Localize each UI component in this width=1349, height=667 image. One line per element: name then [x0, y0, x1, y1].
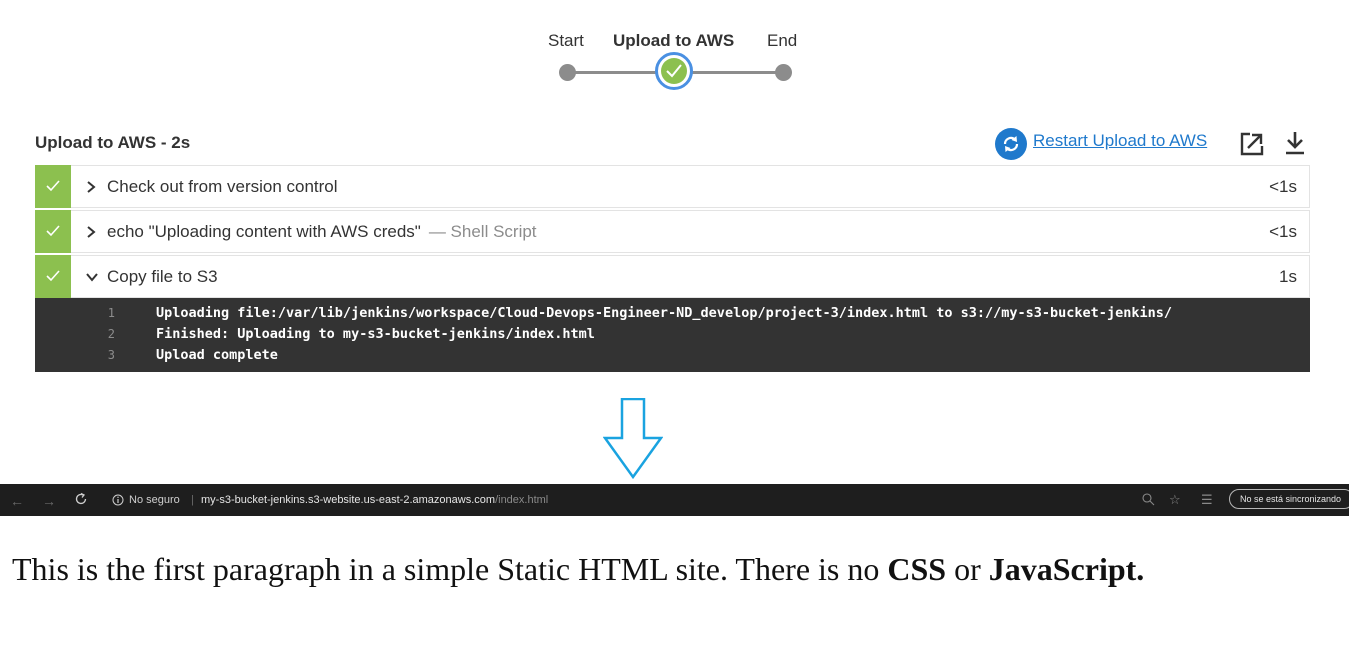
- stage-node-start[interactable]: [559, 64, 576, 81]
- page-paragraph: This is the first paragraph in a simple …: [12, 551, 1145, 587]
- chevron-right-icon[interactable]: [85, 179, 97, 195]
- favorite-star-icon[interactable]: ☆: [1169, 492, 1181, 508]
- stage-label-end[interactable]: End: [767, 31, 797, 51]
- bold-css: CSS: [887, 551, 947, 587]
- step-status-success: [35, 255, 71, 298]
- step-label: echo "Uploading content with AWS creds" —…: [107, 222, 537, 241]
- favorites-list-icon[interactable]: ☰: [1201, 492, 1213, 508]
- security-status[interactable]: No seguro: [129, 494, 180, 506]
- pipeline-graph: Start Upload to AWS End: [0, 0, 1349, 110]
- step-row-shell-script[interactable]: echo "Uploading content with AWS creds" —…: [35, 210, 1310, 253]
- divider: |: [191, 494, 194, 506]
- address-bar[interactable]: No seguro | my-s3-bucket-jenkins.s3-webs…: [100, 489, 1100, 511]
- checkmark-icon: [46, 270, 60, 282]
- stage-title: Upload to AWS - 2s: [35, 133, 191, 152]
- browser-toolbar: ← → No seguro | my-s3-bucket-jenkins.s3-…: [0, 484, 1349, 516]
- line-text: Upload complete: [156, 347, 278, 363]
- info-icon[interactable]: [112, 494, 124, 506]
- pipeline-connector: [568, 71, 656, 74]
- stage-node-end[interactable]: [775, 64, 792, 81]
- bold-javascript: JavaScript.: [988, 551, 1145, 587]
- stage-label-start[interactable]: Start: [548, 31, 584, 51]
- step-duration: <1s: [1269, 177, 1297, 196]
- forward-arrow-icon[interactable]: →: [42, 493, 56, 509]
- line-number: 2: [107, 327, 115, 341]
- checkmark-icon: [46, 180, 60, 192]
- sync-status-button[interactable]: No se está sincronizando: [1229, 489, 1349, 509]
- step-duration: 1s: [1279, 267, 1297, 286]
- restart-icon[interactable]: [995, 128, 1027, 160]
- step-sublabel: — Shell Script: [428, 222, 537, 241]
- checkmark-icon: [666, 64, 682, 78]
- step-duration: <1s: [1269, 222, 1297, 241]
- step-label: Copy file to S3: [107, 267, 218, 286]
- step-status-success: [35, 165, 71, 208]
- arrow-down-icon: [603, 398, 663, 480]
- back-arrow-icon[interactable]: ←: [10, 493, 24, 509]
- checkmark-icon: [46, 225, 60, 237]
- stage-label-upload-to-aws[interactable]: Upload to AWS: [613, 31, 734, 51]
- zoom-icon[interactable]: [1142, 493, 1155, 506]
- line-number: 1: [107, 306, 115, 320]
- download-icon[interactable]: [1285, 130, 1305, 156]
- line-text: Finished: Uploading to my-s3-bucket-jenk…: [156, 326, 595, 342]
- console-log: 1 Uploading file:/var/lib/jenkins/worksp…: [35, 298, 1310, 372]
- step-row-checkout[interactable]: Check out from version control <1s: [35, 165, 1310, 208]
- restart-stage-link[interactable]: Restart Upload to AWS: [1033, 131, 1207, 151]
- url-text[interactable]: my-s3-bucket-jenkins.s3-website.us-east-…: [201, 494, 548, 506]
- stage-header: Upload to AWS - 2s Restart Upload to AWS: [35, 128, 1310, 160]
- open-in-new-window-icon[interactable]: [1239, 131, 1265, 157]
- pipeline-connector: [692, 71, 784, 74]
- line-text: Uploading file:/var/lib/jenkins/workspac…: [156, 305, 1172, 321]
- line-number: 3: [107, 348, 115, 362]
- chevron-down-icon[interactable]: [85, 269, 99, 285]
- steps-list: Check out from version control <1s echo …: [35, 165, 1310, 372]
- step-row-copy-to-s3[interactable]: Copy file to S3 1s: [35, 255, 1310, 298]
- step-status-success: [35, 210, 71, 253]
- step-label: Check out from version control: [107, 177, 338, 196]
- chevron-right-icon[interactable]: [85, 224, 97, 240]
- stage-node-upload-to-aws[interactable]: [655, 52, 693, 90]
- reload-icon[interactable]: [74, 492, 88, 506]
